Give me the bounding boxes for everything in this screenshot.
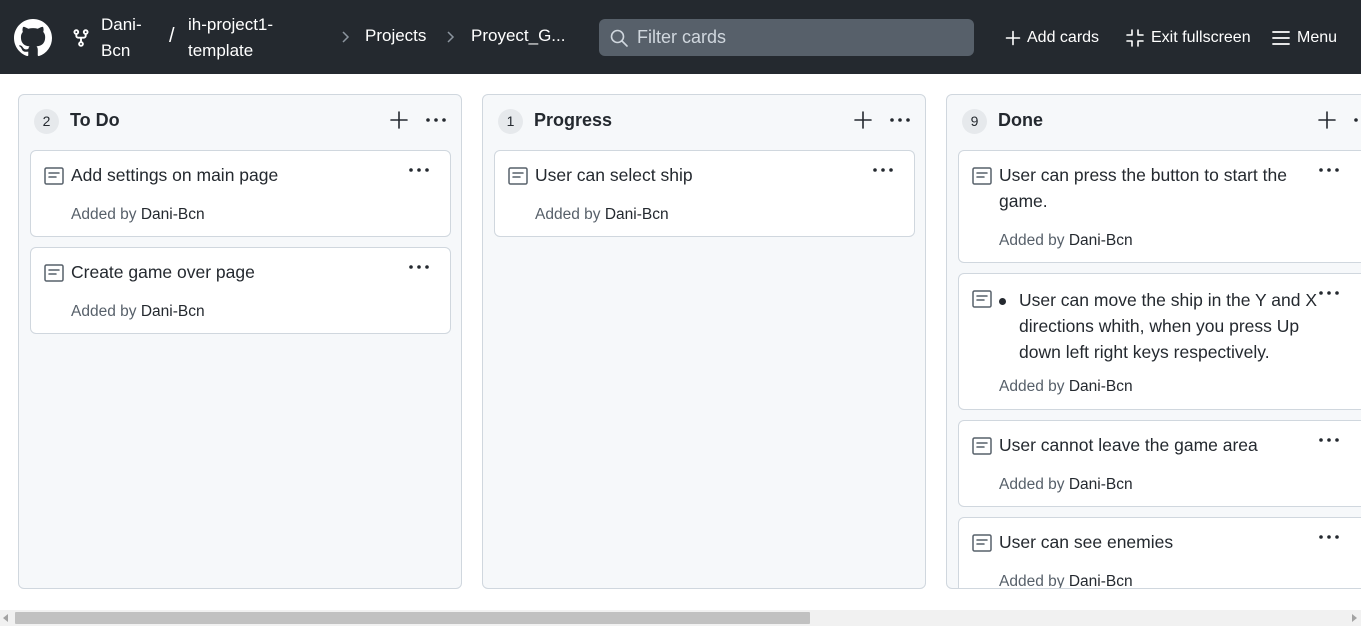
- card-count-badge: 2: [34, 109, 59, 134]
- card-title: User can see enemies: [999, 532, 1174, 552]
- added-by-label: Added by: [999, 232, 1065, 249]
- plus-icon[interactable]: [1317, 110, 1337, 130]
- plus-icon[interactable]: [853, 110, 873, 130]
- added-by-label: Added by: [71, 206, 137, 223]
- breadcrumb-project[interactable]: Proyect_G...: [471, 26, 565, 46]
- kebab-horizontal-icon[interactable]: [1318, 163, 1340, 177]
- exit-fullscreen-button[interactable]: Exit fullscreen: [1125, 26, 1251, 50]
- github-logo-icon[interactable]: [14, 19, 52, 57]
- add-cards-button[interactable]: Add cards: [1005, 26, 1099, 50]
- top-header: Dani-Bcn / ih-project1-template Projects…: [0, 0, 1361, 74]
- chevron-right-icon: [447, 31, 455, 43]
- kebab-horizontal-icon[interactable]: [889, 110, 911, 130]
- repo-owner-link[interactable]: Dani-Bcn: [101, 12, 161, 64]
- column-header: 9 Done: [947, 95, 1361, 147]
- card-meta: Added by Dani-Bcn: [535, 206, 669, 224]
- plus-icon[interactable]: [389, 110, 409, 130]
- note-icon: [44, 264, 64, 282]
- note-card[interactable]: User can press the button to start the g…: [958, 150, 1361, 263]
- card-meta: Added by Dani-Bcn: [999, 476, 1133, 494]
- added-by-label: Added by: [999, 573, 1065, 589]
- card-title: Add settings on main page: [71, 165, 279, 185]
- kebab-horizontal-icon[interactable]: [408, 260, 430, 274]
- card-author-link[interactable]: Dani-Bcn: [1069, 232, 1133, 249]
- column-todo: 2 To Do Add settings on main page Added …: [18, 94, 462, 589]
- chevron-right-icon: [342, 31, 350, 43]
- path-separator: /: [169, 25, 175, 47]
- added-by-label: Added by: [999, 476, 1065, 493]
- card-meta: Added by Dani-Bcn: [71, 206, 205, 224]
- note-card[interactable]: User can move the ship in the Y and X di…: [958, 273, 1361, 410]
- note-card[interactable]: Add settings on main page Added by Dani-…: [30, 150, 451, 237]
- card-author-link[interactable]: Dani-Bcn: [1069, 573, 1133, 588]
- kebab-horizontal-icon[interactable]: [1318, 530, 1340, 544]
- scroll-right-arrow-icon[interactable]: [1352, 614, 1357, 622]
- added-by-label: Added by: [535, 206, 601, 223]
- note-card[interactable]: User can select ship Added by Dani-Bcn: [494, 150, 915, 237]
- note-icon: [508, 167, 528, 185]
- filter-cards-search[interactable]: [599, 19, 974, 56]
- scrollbar-thumb[interactable]: [15, 612, 810, 624]
- column-progress: 1 Progress User can select ship Added by…: [482, 94, 926, 589]
- column-header: 2 To Do: [19, 95, 461, 147]
- card-count-badge: 1: [498, 109, 523, 134]
- repo-fork-icon: [73, 29, 89, 47]
- kebab-horizontal-icon[interactable]: [425, 110, 447, 130]
- note-icon: [972, 167, 992, 185]
- added-by-label: Added by: [999, 378, 1065, 395]
- kebab-horizontal-icon[interactable]: [408, 163, 430, 177]
- card-meta: Added by Dani-Bcn: [71, 303, 205, 321]
- card-meta: Added by Dani-Bcn: [999, 573, 1133, 589]
- project-board: 2 To Do Add settings on main page Added …: [0, 74, 1361, 610]
- note-icon: [972, 437, 992, 455]
- card-title: User can press the button to start the g…: [999, 165, 1287, 211]
- breadcrumb-projects[interactable]: Projects: [365, 26, 426, 46]
- horizontal-scrollbar[interactable]: [0, 610, 1361, 626]
- kebab-horizontal-icon[interactable]: [1318, 433, 1340, 447]
- exit-fullscreen-label: Exit fullscreen: [1151, 29, 1251, 46]
- plus-icon: [1005, 30, 1021, 46]
- add-cards-label: Add cards: [1027, 29, 1100, 46]
- column-done: 9 Done User can press the button to star…: [946, 94, 1361, 589]
- card-title: User can move the ship in the Y and X di…: [1019, 290, 1318, 362]
- added-by-label: Added by: [71, 303, 137, 320]
- filter-cards-input[interactable]: [637, 19, 957, 56]
- card-author-link[interactable]: Dani-Bcn: [1069, 476, 1133, 493]
- menu-label: Menu: [1297, 29, 1338, 46]
- card-title: User cannot leave the game area: [999, 435, 1258, 455]
- card-title: Create game over page: [71, 262, 255, 282]
- card-author-link[interactable]: Dani-Bcn: [141, 303, 205, 320]
- note-icon: [44, 167, 64, 185]
- card-author-link[interactable]: Dani-Bcn: [141, 206, 205, 223]
- note-icon: [972, 534, 992, 552]
- card-count-badge: 9: [962, 109, 987, 134]
- search-icon: [610, 29, 628, 47]
- note-card[interactable]: User can see enemies Added by Dani-Bcn: [958, 517, 1361, 589]
- kebab-horizontal-icon[interactable]: [1318, 286, 1340, 300]
- menu-button[interactable]: Menu: [1271, 26, 1337, 50]
- list-bullet: [999, 298, 1006, 305]
- note-card[interactable]: User cannot leave the game area Added by…: [958, 420, 1361, 507]
- kebab-horizontal-icon[interactable]: [872, 163, 894, 177]
- note-icon: [972, 290, 992, 308]
- kebab-horizontal-icon[interactable]: [1353, 110, 1361, 130]
- card-meta: Added by Dani-Bcn: [999, 378, 1133, 396]
- hamburger-icon: [1272, 31, 1290, 45]
- column-title: To Do: [70, 110, 120, 130]
- scroll-left-arrow-icon[interactable]: [3, 614, 8, 622]
- card-meta: Added by Dani-Bcn: [999, 232, 1133, 250]
- column-title: Progress: [534, 110, 613, 130]
- card-author-link[interactable]: Dani-Bcn: [1069, 378, 1133, 395]
- column-title: Done: [998, 110, 1043, 130]
- screen-normal-icon: [1126, 29, 1144, 47]
- column-header: 1 Progress: [483, 95, 925, 147]
- note-card[interactable]: Create game over page Added by Dani-Bcn: [30, 247, 451, 334]
- card-title: User can select ship: [535, 165, 693, 185]
- repo-name-link[interactable]: ih-project1-template: [188, 12, 298, 64]
- card-author-link[interactable]: Dani-Bcn: [605, 206, 669, 223]
